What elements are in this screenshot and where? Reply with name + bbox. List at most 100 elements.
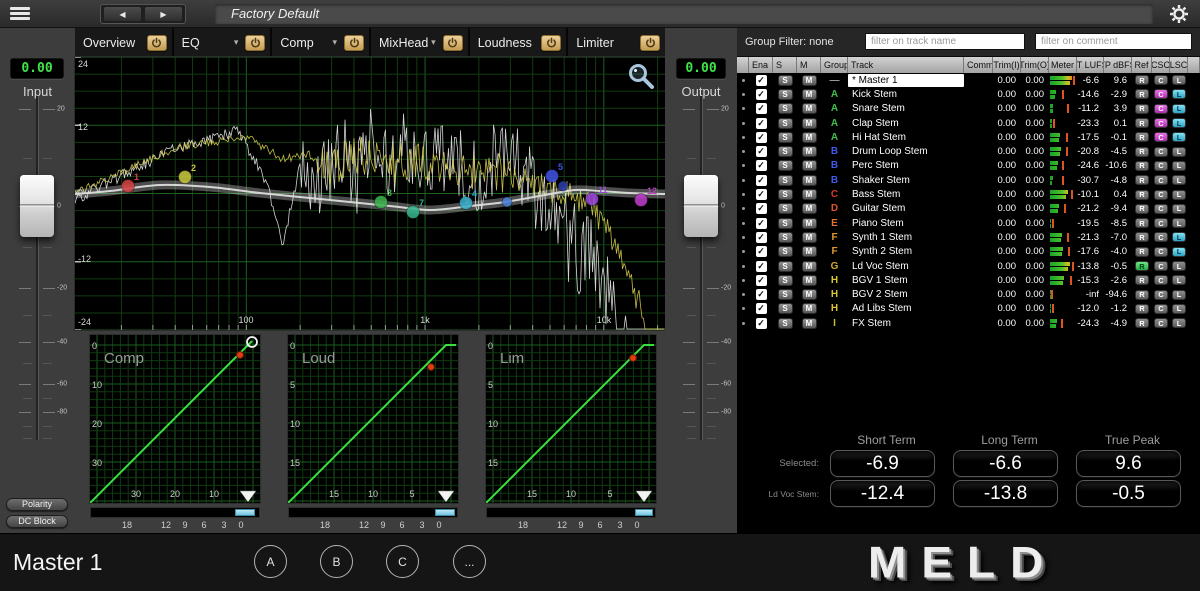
- enable-checkbox[interactable]: ✓: [756, 318, 767, 329]
- solo-button[interactable]: S: [778, 118, 793, 129]
- group-letter[interactable]: B: [831, 175, 838, 186]
- mute-button[interactable]: M: [802, 261, 817, 272]
- eq-band-handle[interactable]: [558, 181, 568, 191]
- enable-checkbox[interactable]: ✓: [756, 218, 767, 229]
- csc-chip[interactable]: C: [1154, 218, 1168, 228]
- ref-chip[interactable]: R: [1135, 318, 1149, 328]
- mute-button[interactable]: M: [802, 189, 817, 200]
- lim-graph[interactable]: Lim0510151510518129630: [486, 335, 656, 531]
- csc-chip[interactable]: C: [1154, 232, 1168, 242]
- input-fader-track[interactable]: [36, 96, 38, 440]
- eq-band-handle[interactable]: [586, 193, 599, 206]
- table-row[interactable]: ✓SMFSynth 2 Stem0.000.00-17.6-4.0RCL: [737, 245, 1200, 259]
- eq-band-handle[interactable]: [546, 170, 559, 183]
- magnifier-icon[interactable]: [627, 63, 655, 91]
- group-letter[interactable]: —: [830, 75, 840, 86]
- lsc-chip[interactable]: L: [1172, 175, 1186, 185]
- column-header-s[interactable]: S: [773, 57, 797, 73]
- output-fader-track[interactable]: [700, 96, 702, 440]
- track-name[interactable]: Ld Voc Stem: [848, 261, 964, 272]
- mute-button[interactable]: M: [802, 232, 817, 243]
- track-name-filter-input[interactable]: [865, 33, 1025, 50]
- column-header-lsc[interactable]: LSC: [1170, 57, 1188, 73]
- polarity-button[interactable]: Polarity: [6, 498, 68, 511]
- group-letter[interactable]: H: [831, 275, 838, 286]
- csc-chip[interactable]: C: [1154, 104, 1168, 114]
- enable-checkbox[interactable]: ✓: [756, 189, 767, 200]
- solo-button[interactable]: S: [778, 261, 793, 272]
- column-header-meter[interactable]: Meter: [1049, 57, 1077, 73]
- track-name[interactable]: * Master 1: [848, 74, 964, 87]
- ref-chip[interactable]: R: [1135, 89, 1149, 99]
- solo-button[interactable]: S: [778, 75, 793, 86]
- ref-chip[interactable]: R: [1135, 104, 1149, 114]
- lim-plot[interactable]: Lim05101515105: [486, 335, 656, 503]
- csc-chip[interactable]: C: [1154, 118, 1168, 128]
- input-fader-handle[interactable]: [20, 175, 54, 237]
- ref-chip[interactable]: R: [1135, 275, 1149, 285]
- column-header-ltlufs[interactable]: LT LUFS: [1077, 57, 1104, 73]
- comp-graph[interactable]: Comp010203030201018129630: [90, 335, 260, 531]
- eq-band-handle[interactable]: [407, 206, 420, 219]
- mute-button[interactable]: M: [802, 303, 817, 314]
- table-row[interactable]: ✓SMIFX Stem0.000.00-24.3-4.9RCL: [737, 316, 1200, 330]
- csc-chip[interactable]: C: [1154, 318, 1168, 328]
- lsc-chip[interactable]: L: [1172, 318, 1186, 328]
- lsc-chip[interactable]: L: [1172, 75, 1186, 85]
- mute-button[interactable]: M: [802, 118, 817, 129]
- column-header-ref[interactable]: Ref: [1132, 57, 1152, 73]
- enable-checkbox[interactable]: ✓: [756, 89, 767, 100]
- lsc-chip[interactable]: L: [1172, 261, 1186, 271]
- comment-filter-input[interactable]: [1035, 33, 1192, 50]
- ref-chip[interactable]: R: [1135, 147, 1149, 157]
- mute-button[interactable]: M: [802, 218, 817, 229]
- eq-band-handle[interactable]: [375, 196, 388, 209]
- solo-button[interactable]: S: [778, 146, 793, 157]
- solo-button[interactable]: S: [778, 103, 793, 114]
- solo-button[interactable]: S: [778, 218, 793, 229]
- track-name[interactable]: Drum Loop Stem: [848, 146, 964, 157]
- lsc-chip[interactable]: L: [1172, 290, 1186, 300]
- group-letter[interactable]: A: [831, 89, 838, 100]
- power-button[interactable]: [443, 35, 463, 51]
- output-fader-handle[interactable]: [684, 175, 718, 237]
- track-name[interactable]: Ad Libs Stem: [848, 303, 964, 314]
- snapshot-button-c[interactable]: C: [386, 545, 419, 578]
- tab-limiter[interactable]: Limiter: [568, 28, 665, 57]
- spectrum-display[interactable]: 123745111224120-12-241001k10k: [75, 57, 665, 330]
- ref-chip[interactable]: R: [1135, 175, 1149, 185]
- track-name[interactable]: Clap Stem: [848, 118, 964, 129]
- enable-checkbox[interactable]: ✓: [756, 175, 767, 186]
- column-header-trimi[interactable]: Trim(I): [993, 57, 1021, 73]
- table-row[interactable]: ✓SMAKick Stem0.000.00-14.6-2.9RCL: [737, 87, 1200, 101]
- solo-button[interactable]: S: [778, 175, 793, 186]
- group-letter[interactable]: C: [831, 189, 838, 200]
- snapshot-button-more[interactable]: ...: [453, 545, 486, 578]
- track-name[interactable]: BGV 1 Stem: [848, 275, 964, 286]
- csc-chip[interactable]: C: [1154, 261, 1168, 271]
- solo-button[interactable]: S: [778, 160, 793, 171]
- ref-chip[interactable]: R: [1135, 218, 1149, 228]
- lsc-chip[interactable]: L: [1172, 161, 1186, 171]
- table-row[interactable]: ✓SMAHi Hat Stem0.000.00-17.5-0.1RCL: [737, 130, 1200, 144]
- eq-band-handle[interactable]: [122, 180, 135, 193]
- lsc-chip[interactable]: L: [1172, 132, 1186, 142]
- column-header-csc[interactable]: CSC: [1152, 57, 1170, 73]
- power-button[interactable]: [640, 35, 660, 51]
- column-header-ena[interactable]: Ena: [749, 57, 773, 73]
- track-name[interactable]: Snare Stem: [848, 103, 964, 114]
- group-letter[interactable]: A: [831, 118, 838, 129]
- lsc-chip[interactable]: L: [1172, 232, 1186, 242]
- eq-band-handle[interactable]: [635, 194, 648, 207]
- track-name[interactable]: Kick Stem: [848, 89, 964, 100]
- mute-button[interactable]: M: [802, 289, 817, 300]
- track-name[interactable]: Synth 2 Stem: [848, 246, 964, 257]
- ref-chip[interactable]: R: [1135, 190, 1149, 200]
- mute-button[interactable]: M: [802, 103, 817, 114]
- table-row[interactable]: ✓SMBShaker Stem0.000.00-30.7-4.8RCL: [737, 173, 1200, 187]
- enable-checkbox[interactable]: ✓: [756, 75, 767, 86]
- power-button[interactable]: [245, 35, 265, 51]
- enable-checkbox[interactable]: ✓: [756, 289, 767, 300]
- tab-comp[interactable]: Comp▾: [272, 28, 369, 57]
- csc-chip[interactable]: C: [1154, 190, 1168, 200]
